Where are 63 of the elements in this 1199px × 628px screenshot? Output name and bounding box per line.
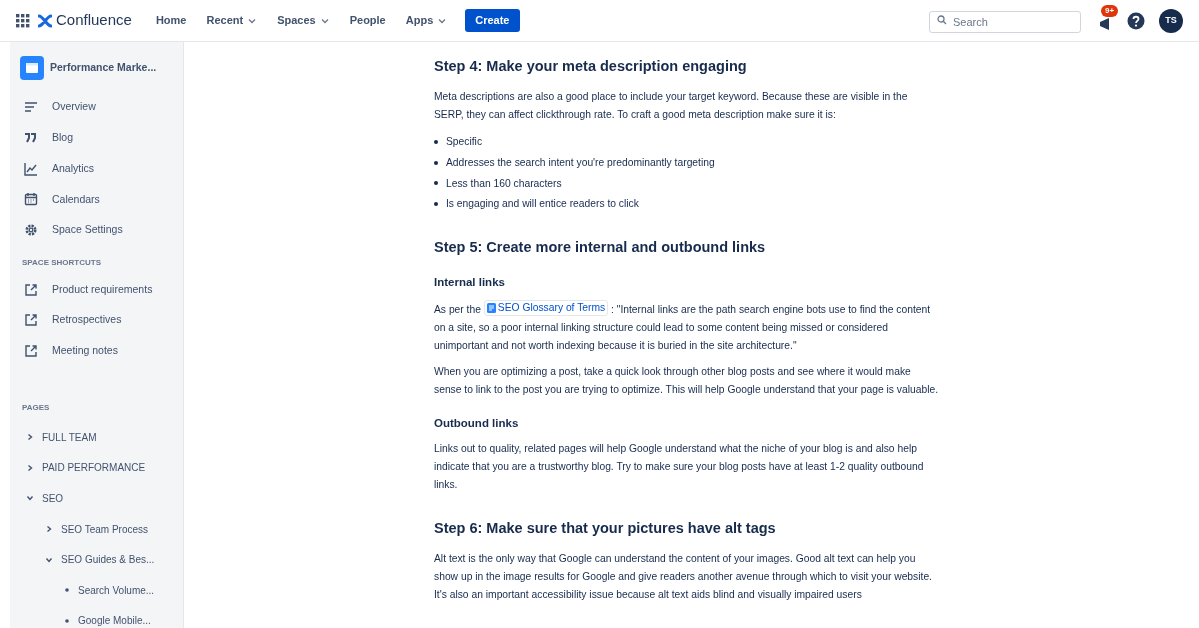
page-tree-item[interactable]: PAID PERFORMANCE <box>10 452 183 484</box>
help-icon[interactable] <box>1127 11 1145 30</box>
list-item: Is engaging and will entice readers to click <box>446 197 639 212</box>
shortcut-link[interactable]: Product requirements <box>10 274 183 305</box>
page-icon <box>486 302 496 313</box>
list-item: Addresses the search intent you're predominantly targeting <box>446 156 715 171</box>
bullet-icon <box>64 617 70 624</box>
lines-icon <box>24 100 38 115</box>
list-item: Specific <box>446 135 483 150</box>
paragraph: As per the SEO Glossary of Terms : "Internal links are the path search engine bots use to find the content on a site, so a poor internal linking structure could lead to some content being missed or considered unimportant and not worth indexing because it is buried in the site architecture." <box>434 299 932 353</box>
list-item: Less than 160 characters <box>446 176 562 191</box>
nav-link[interactable]: Spaces <box>277 12 330 29</box>
section-heading: Step 6: Make sure that your pictures have alt tags <box>434 518 777 538</box>
search-icon <box>937 14 947 25</box>
bullet-icon <box>434 202 438 207</box>
page-link[interactable]: SEO Glossary of Terms <box>483 299 609 316</box>
space-title[interactable]: Performance Marke... <box>50 60 157 76</box>
nav-link[interactable]: Recent <box>206 12 258 29</box>
megaphone-icon[interactable] <box>1098 16 1112 31</box>
shortcut-link[interactable]: Meeting notes <box>10 335 183 366</box>
page-tree-item[interactable]: FULL TEAM <box>10 421 183 453</box>
page-tree-item[interactable]: SEO Guides & Bes... <box>10 544 183 575</box>
section-heading: Step 4: Make your meta description engaging <box>434 57 748 76</box>
section-heading: Step 5: Create more internal and outbound links <box>434 237 767 257</box>
page-tree-item[interactable]: SEO Team Process <box>10 513 183 545</box>
external-link-icon <box>24 313 38 328</box>
bullet-icon <box>64 587 70 594</box>
sidebar-item[interactable]: Calendars <box>10 184 183 215</box>
avatar[interactable]: TS <box>1159 8 1183 33</box>
sidebar-item[interactable]: Overview <box>10 92 183 123</box>
line-chart-icon <box>24 161 38 176</box>
gear-icon <box>24 223 38 238</box>
subheading: Outbound links <box>434 415 520 431</box>
nav-link[interactable]: Apps <box>405 12 448 29</box>
paragraph: Alt text is the only way that Google can understand the content of your images. Good alt text can help you show up in the image results for Google and give readers another avenue through which to visit your website. It's also an important accessibility issue because alt text aids blind and visually impaired users <box>434 551 933 602</box>
nav-link[interactable]: Home <box>155 12 187 29</box>
notification-badge: 9+ <box>1101 4 1119 17</box>
bullet-icon <box>434 160 438 165</box>
calendar-icon <box>24 192 38 207</box>
create-button[interactable]: Create <box>465 9 520 32</box>
app-switcher-icon[interactable] <box>16 13 30 28</box>
external-link-icon <box>24 282 38 297</box>
shortcut-link[interactable]: Retrospectives <box>10 304 183 336</box>
sidebar-item[interactable]: Space Settings <box>10 214 183 246</box>
page-tree-item[interactable]: SEO <box>10 483 183 514</box>
nav-link[interactable]: People <box>349 12 386 29</box>
app-name[interactable]: Confluence <box>56 9 132 32</box>
paragraph: Meta descriptions are also a good place to include your target keyword. Because these are visible in the SERP, they can affect clickthrough rate. To craft a good meta description make sure it is: <box>434 89 909 122</box>
paragraph: Links out to quality, related pages will help Google understand what the niche of your blog is and also help indicate that you are a trustworthy blog. Try to make sure your blog posts have at least 1-2 quality outbound links. <box>434 441 925 492</box>
section-heading: SPACE SHORTCUTS <box>21 257 102 270</box>
sidebar-item[interactable]: Blog <box>10 122 183 154</box>
search-field[interactable]: Search <box>929 10 1081 33</box>
section-heading: PAGES <box>21 401 51 414</box>
page-tree-item[interactable]: Search Volume... <box>10 574 183 606</box>
subheading: Internal links <box>434 275 506 291</box>
cross-logo-icon <box>38 13 52 28</box>
bullet-icon <box>434 140 438 145</box>
paragraph: When you are optimizing a post, take a quick look through other blog posts and see where it would make sense to link to the post you are trying to optimize. This will help Google understand that your page is valuable. <box>434 364 939 397</box>
bullet-icon <box>434 181 438 186</box>
external-link-icon <box>24 343 38 358</box>
sidebar-item[interactable]: Analytics <box>10 153 183 185</box>
space-icon <box>20 56 44 80</box>
page-tree-item[interactable]: Google Mobile... <box>10 605 183 628</box>
